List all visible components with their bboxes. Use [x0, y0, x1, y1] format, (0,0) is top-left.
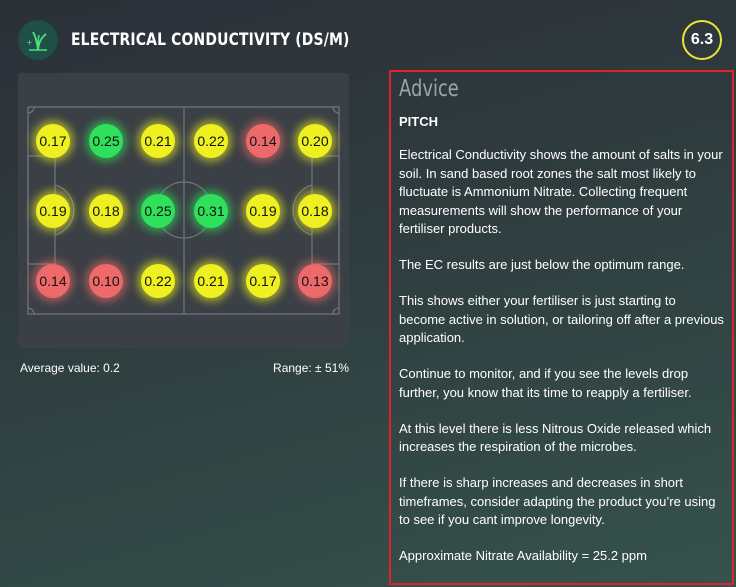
header-bar: + ELECTRICAL CONDUCTIVITY (DS/M) 6.3: [0, 0, 736, 72]
advice-paragraph: Electrical Conductivity shows the amount…: [399, 147, 723, 236]
sensor-reading-marker: 0.25: [141, 194, 175, 228]
range-value: Range: ± 51%: [273, 361, 349, 375]
grass-plant-icon: +: [18, 20, 58, 60]
advice-paragraph: Continue to monitor, and if you see the …: [399, 366, 692, 400]
sensor-reading-marker: 0.21: [194, 264, 228, 298]
sensor-reading-marker: 0.17: [36, 124, 70, 158]
pitch-stats: Average value: 0.2 Range: ± 51%: [20, 361, 349, 375]
sensor-reading-marker: 0.20: [298, 124, 332, 158]
advice-heading: Advice: [399, 76, 459, 102]
average-value: Average value: 0.2: [20, 361, 120, 375]
sensor-reading-marker: 0.22: [194, 124, 228, 158]
sensor-reading-marker: 0.25: [89, 124, 123, 158]
advice-paragraph: If there is sharp increases and decrease…: [399, 475, 716, 527]
pitch-map: 0.17 0.25 0.21 0.22 0.14 0.20 0.19 0.18 0.25 0.31…: [18, 73, 349, 348]
sensor-reading-marker: 0.21: [141, 124, 175, 158]
sensor-reading-marker: 0.18: [89, 194, 123, 228]
sensor-reading-marker: 0.14: [246, 124, 280, 158]
advice-paragraph: The EC results are just below the optimu…: [399, 257, 685, 272]
advice-paragraph: This shows either your fertiliser is jus…: [399, 293, 724, 345]
advice-paragraph: At this level there is less Nitrous Oxid…: [399, 420, 712, 455]
sensor-reading-marker: 0.17: [246, 264, 280, 298]
advice-panel: Advice PITCH Electrical Conductivity sho…: [389, 70, 734, 585]
sensor-reading-marker: 0.18: [298, 194, 332, 228]
svg-text:+: +: [26, 38, 33, 47]
advice-paragraph: Approximate Nitrate Availability = 25.2 …: [399, 548, 647, 563]
sensor-reading-marker: 0.22: [141, 264, 175, 298]
sensor-reading-marker: 0.19: [36, 194, 70, 228]
sensor-reading-marker: 0.13: [298, 264, 332, 298]
sensor-reading-marker: 0.19: [246, 194, 280, 228]
sensor-reading-marker: 0.10: [89, 264, 123, 298]
score-badge: 6.3: [682, 20, 722, 60]
advice-subheading: PITCH: [399, 114, 438, 129]
sensor-reading-marker: 0.14: [36, 264, 70, 298]
sensor-reading-marker: 0.31: [194, 194, 228, 228]
page-title: ELECTRICAL CONDUCTIVITY (DS/M): [71, 30, 350, 50]
